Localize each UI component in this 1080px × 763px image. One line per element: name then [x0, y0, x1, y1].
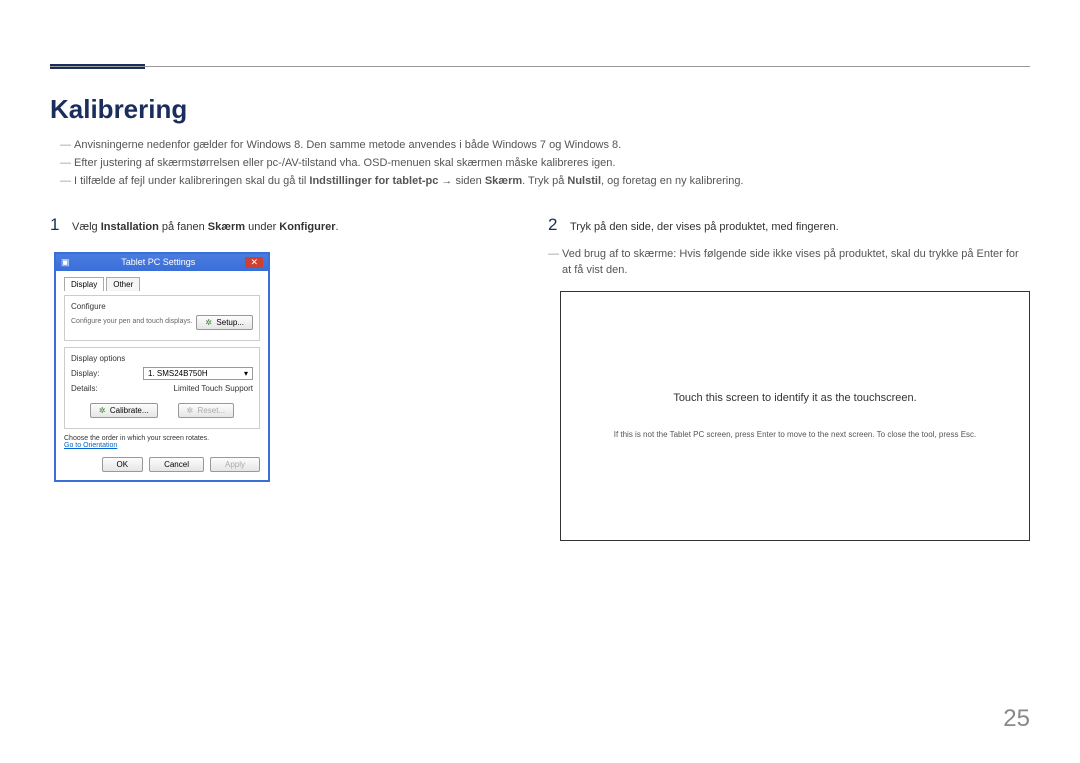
step-2-note: ― Ved brug af to skærme: Hvis følgende s… [548, 246, 1030, 279]
configure-desc: Configure your pen and touch displays. [71, 318, 196, 326]
touch-main-text: Touch this screen to identify it as the … [673, 392, 916, 404]
field-row: Configure your pen and touch displays. ✲… [71, 315, 253, 330]
details-value: Limited Touch Support [174, 384, 253, 393]
fieldset-title: Configure [71, 302, 253, 311]
page-number: 25 [1003, 705, 1030, 733]
dialog-body: Display Other Configure Configure your p… [56, 271, 268, 480]
text: , og foretag en ny kalibrering. [601, 175, 743, 187]
close-button[interactable]: ✕ [245, 257, 263, 268]
step-text: Vælg Installation på fanen Skærm under K… [72, 219, 339, 236]
tab-display[interactable]: Display [64, 277, 104, 291]
fieldset-title: Display options [71, 354, 253, 363]
btn-label: Reset... [198, 406, 226, 415]
text-bold: Konfigurer [279, 221, 335, 233]
tab-other[interactable]: Other [106, 277, 140, 291]
reset-button[interactable]: ✲Reset... [178, 403, 235, 418]
calibrate-button[interactable]: ✲Calibrate... [90, 403, 158, 418]
note-line: ― I tilfælde af fejl under kalibreringen… [60, 175, 1030, 187]
dialog-footer: OK Cancel Apply [64, 449, 260, 472]
text-bold: Nulstil [567, 175, 601, 187]
gear-icon: ✲ [187, 406, 195, 414]
dialog-title-text: Tablet PC Settings [71, 257, 245, 267]
gear-icon: ✲ [205, 318, 213, 326]
touch-sub-text: If this is not the Tablet PC screen, pre… [614, 430, 977, 439]
rotate-text: Choose the order in which your screen ro… [64, 435, 260, 442]
gear-icon: ✲ [99, 406, 107, 414]
step-1: 1 Vælg Installation på fanen Skærm under… [50, 215, 512, 236]
col-right: 2 Tryk på den side, der vises på produkt… [548, 215, 1030, 541]
chevron-down-icon: ▾ [244, 369, 248, 378]
tabs: Display Other [64, 277, 260, 291]
text-bold: Indstillinger for tablet-pc [309, 175, 438, 187]
text-bold: Skærm [208, 221, 245, 233]
text: siden [455, 175, 484, 187]
orientation-link[interactable]: Go to Orientation [64, 442, 260, 449]
details-label: Details: [71, 384, 111, 393]
note-text: Efter justering af skærmstørrelsen eller… [74, 157, 615, 169]
fieldset-configure: Configure Configure your pen and touch d… [64, 295, 260, 341]
dash-icon: ― [60, 175, 74, 187]
setup-button[interactable]: ✲Setup... [196, 315, 253, 330]
col-left: 1 Vælg Installation på fanen Skærm under… [50, 215, 512, 541]
note-line: ― Efter justering af skærmstørrelsen ell… [60, 157, 1030, 169]
columns: 1 Vælg Installation på fanen Skærm under… [50, 215, 1030, 541]
text-bold: Skærm [485, 175, 522, 187]
dash-icon: ― [548, 246, 562, 279]
cancel-button[interactable]: Cancel [149, 457, 204, 472]
arrow-icon: → [438, 175, 455, 187]
step-2: 2 Tryk på den side, der vises på produkt… [548, 215, 1030, 236]
select-value: 1. SMS24B750H [148, 369, 208, 378]
ok-button[interactable]: OK [102, 457, 144, 472]
display-select[interactable]: 1. SMS24B750H ▾ [143, 367, 253, 380]
text: Vælg [72, 221, 101, 233]
notes-block: ― Anvisningerne nedenfor gælder for Wind… [60, 139, 1030, 187]
dash-icon: ― [60, 157, 74, 169]
dash-icon: ― [60, 139, 74, 151]
text: I tilfælde af fejl under kalibreringen s… [74, 175, 309, 187]
btn-label: Setup... [216, 318, 244, 327]
step-number: 2 [548, 215, 570, 235]
btn-label: Calibrate... [110, 406, 149, 415]
note-line: ― Anvisningerne nedenfor gælder for Wind… [60, 139, 1030, 151]
dialog-icon: ▣ [61, 257, 71, 268]
step-text: Tryk på den side, der vises på produktet… [570, 219, 839, 236]
field-row: Display: 1. SMS24B750H ▾ [71, 367, 253, 380]
field-row: Details: Limited Touch Support [71, 384, 253, 393]
note-text: Ved brug af to skærme: Hvis følgende sid… [562, 246, 1030, 279]
text: under [245, 221, 279, 233]
fieldset-display-options: Display options Display: 1. SMS24B750H ▾… [64, 347, 260, 429]
dialog-tablet-settings: ▣ Tablet PC Settings ✕ Display Other Con… [54, 252, 270, 482]
field-row: ✲Calibrate... ✲Reset... [71, 403, 253, 418]
dialog-titlebar: ▣ Tablet PC Settings ✕ [56, 254, 268, 271]
note-text: I tilfælde af fejl under kalibreringen s… [74, 175, 744, 187]
note-text: Anvisningerne nedenfor gælder for Window… [74, 139, 621, 151]
page-title: Kalibrering [50, 94, 1030, 125]
display-label: Display: [71, 369, 111, 378]
text: . Tryk på [522, 175, 567, 187]
touch-prompt-box: Touch this screen to identify it as the … [560, 291, 1030, 541]
step-number: 1 [50, 215, 72, 235]
text-bold: Installation [101, 221, 159, 233]
header-line [50, 66, 1030, 67]
text: . [336, 221, 339, 233]
apply-button[interactable]: Apply [210, 457, 260, 472]
text: på fanen [159, 221, 208, 233]
